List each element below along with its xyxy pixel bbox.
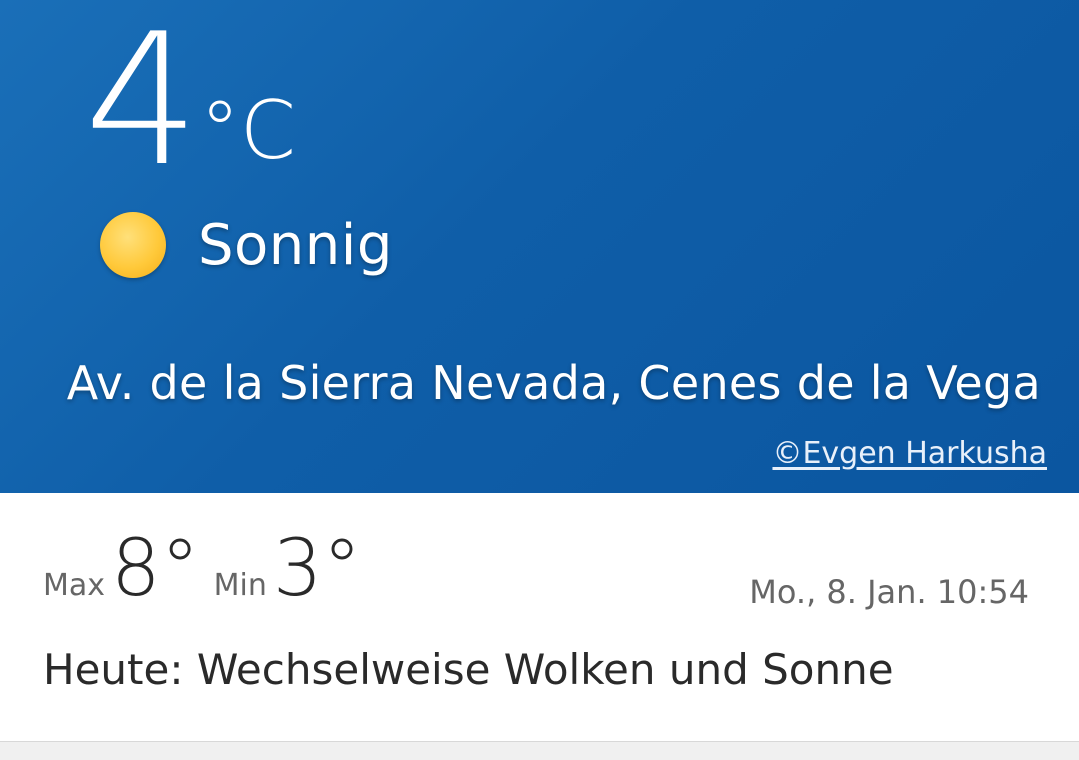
min-label: Min bbox=[213, 568, 267, 603]
today-forecast-text: Heute: Wechselweise Wolken und Sonne bbox=[43, 645, 894, 694]
min-max-temperatures: Max 8° Min 3° bbox=[43, 529, 376, 609]
current-temperature: 4 °C bbox=[84, 0, 296, 206]
update-datetime: Mo., 8. Jan. 10:54 bbox=[749, 573, 1029, 611]
sun-icon bbox=[100, 212, 166, 278]
condition-label: Sonnig bbox=[198, 212, 393, 278]
weather-condition: Sonnig bbox=[100, 210, 393, 280]
temperature-value: 4 bbox=[84, 0, 200, 206]
max-value: 8° bbox=[111, 524, 200, 614]
photo-credit-link[interactable]: ©Evgen Harkusha bbox=[772, 436, 1047, 471]
location-name: Av. de la Sierra Nevada, Cenes de la Veg… bbox=[66, 356, 1041, 410]
temperature-unit: °C bbox=[200, 84, 296, 177]
forecast-details-card[interactable]: Max 8° Min 3° Mo., 8. Jan. 10:54 Heute: … bbox=[0, 493, 1079, 742]
max-label: Max bbox=[43, 568, 106, 603]
weather-hero-panel[interactable]: 4 °C Sonnig Av. de la Sierra Nevada, Cen… bbox=[0, 0, 1079, 493]
min-value: 3° bbox=[272, 524, 362, 614]
